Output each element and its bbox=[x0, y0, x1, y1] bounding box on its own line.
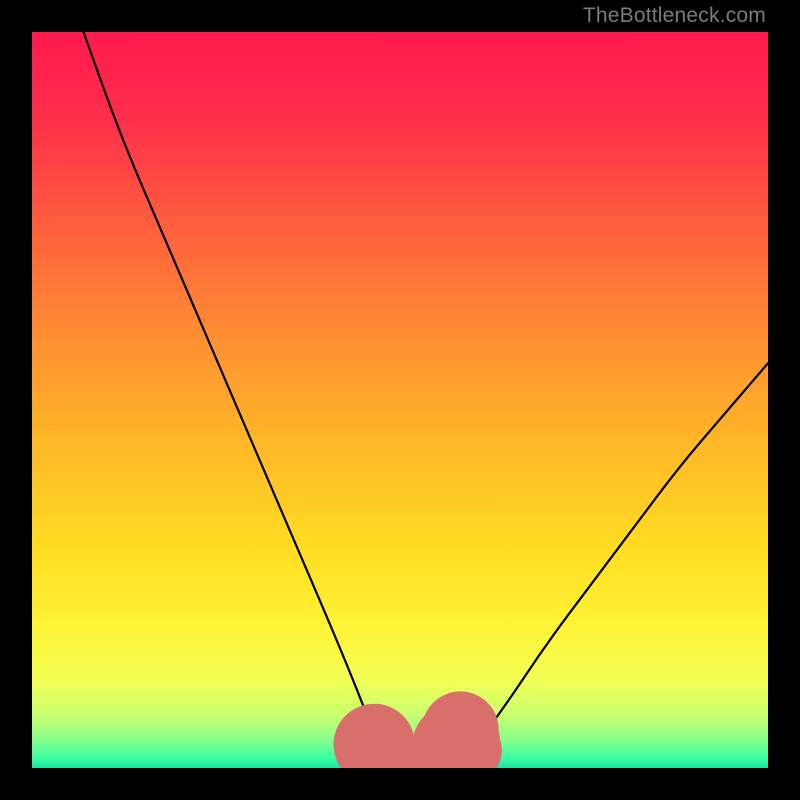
plot-area bbox=[32, 32, 768, 768]
curve-left bbox=[84, 32, 386, 768]
bottom-markers bbox=[334, 691, 502, 768]
watermark-text: TheBottleneck.com bbox=[583, 4, 766, 28]
curve-right bbox=[459, 363, 768, 768]
chart-frame: TheBottleneck.com bbox=[0, 0, 800, 800]
curve-layer bbox=[32, 32, 768, 768]
